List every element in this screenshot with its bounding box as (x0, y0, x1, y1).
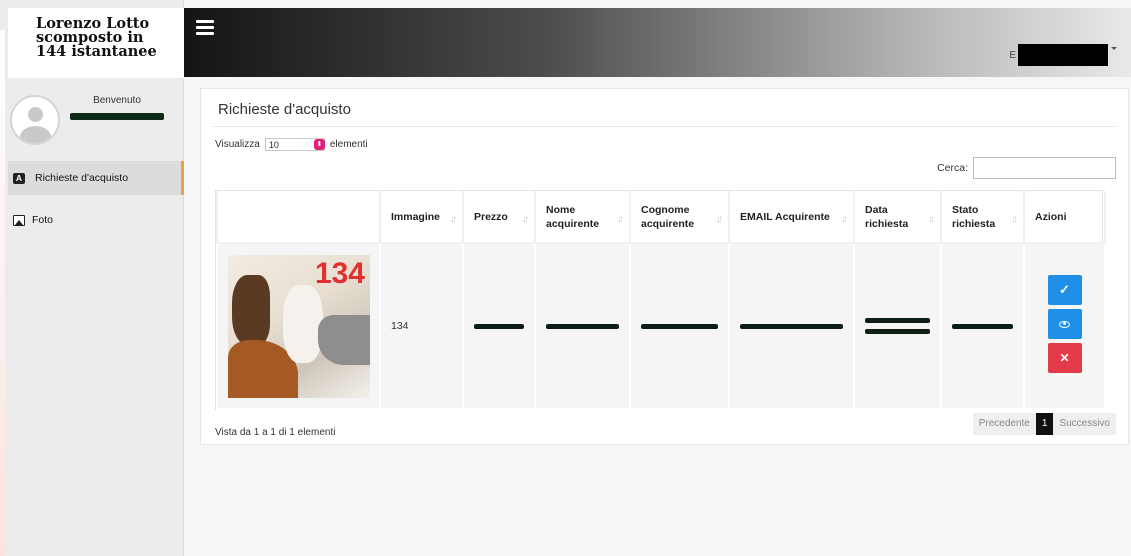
sort-icon: ↓↑ (1011, 214, 1018, 225)
page-title: Richieste d'acquisto (218, 101, 351, 118)
select-arrow-icon: ⬍ (313, 139, 325, 150)
sidebar-edge (0, 30, 5, 556)
sidebar-item-label: Richieste d'acquisto (35, 172, 129, 184)
pagination-current-page[interactable]: 1 (1035, 413, 1054, 435)
col-header-azioni: Azioni (1023, 191, 1106, 244)
table-search: Cerca: (937, 157, 1116, 179)
sidebar-item-label: Foto (32, 214, 54, 226)
pagination-prev[interactable]: Precedente (973, 413, 1036, 435)
search-label: Cerca: (937, 162, 968, 174)
redacted-value (740, 323, 843, 329)
thumbnail-number: 134 (314, 256, 365, 290)
table-info: Vista da 1 a 1 di 1 elementi (215, 427, 336, 438)
length-prefix: Visualizza (215, 139, 260, 150)
length-suffix: elementi (329, 139, 368, 150)
col-header-label: Cognome acquirente (641, 203, 695, 230)
cell-immagine: 134 (379, 242, 464, 410)
page-length-control: Visualizza 10 ⬍ elementi (215, 138, 368, 151)
col-header-cognome[interactable]: Cognome acquirente ↓↑ (629, 191, 730, 244)
brand-logo[interactable]: Lorenzo Lotto scomposto in 144 istantane… (8, 8, 184, 78)
brand-line-3: 144 istantanee (36, 43, 157, 60)
sort-icon: ↓↑ (841, 214, 848, 225)
avatar (10, 95, 60, 145)
sort-icon: ↓↑ (617, 214, 624, 225)
sidebar-item-richieste[interactable]: A Richieste d'acquisto (8, 161, 184, 195)
col-header-email[interactable]: EMAIL Acquirente ↓↑ (728, 191, 855, 244)
view-button[interactable] (1047, 309, 1082, 339)
artwork-thumbnail[interactable]: 134 (228, 254, 370, 398)
pagination-next[interactable]: Successivo (1053, 413, 1116, 435)
cell-prezzo (462, 242, 536, 410)
redacted-value (952, 323, 1013, 329)
col-header-label: Prezzo (474, 210, 508, 223)
redacted-value (865, 329, 930, 334)
user-panel: Benvenuto (8, 86, 184, 150)
col-header-data[interactable]: Data richiesta ↓↑ (853, 191, 942, 244)
cell-stato (940, 242, 1025, 410)
redacted-value (546, 323, 619, 329)
eye-icon (1059, 320, 1070, 328)
table-header-row: Immagine ↓↑ Prezzo ↓↑ Nome acquirente ↓↑ Co… (216, 191, 1106, 244)
hamburger-menu-icon[interactable] (196, 20, 214, 35)
table-row: 134 134 ✓ ✕ (216, 242, 1106, 410)
approve-button[interactable]: ✓ (1047, 275, 1082, 305)
cell-data (853, 242, 942, 410)
divider (213, 126, 1116, 127)
col-header-immagine[interactable]: Immagine ↓↑ (379, 191, 464, 244)
col-header-stato[interactable]: Stato richiesta ↓↑ (940, 191, 1025, 244)
col-header-label: Data richiesta (865, 203, 909, 230)
col-header-nome[interactable]: Nome acquirente ↓↑ (534, 191, 631, 244)
col-header-prezzo[interactable]: Prezzo ↓↑ (462, 191, 536, 244)
col-header-label: Immagine (391, 210, 441, 223)
main-panel: Richieste d'acquisto Visualizza 10 ⬍ ele… (200, 88, 1129, 445)
pagination: Precedente 1 Successivo (972, 413, 1116, 435)
sort-icon: ↓↑ (928, 214, 935, 225)
sidebar: Lorenzo Lotto scomposto in 144 istantane… (0, 0, 184, 556)
username-redacted (70, 113, 164, 120)
user-initial: E (1009, 49, 1016, 61)
sort-icon: ↓↑ (522, 214, 529, 225)
letter-a-icon: A (13, 172, 25, 184)
col-header-label: Stato richiesta (952, 203, 996, 230)
sort-icon: ↓↑ (716, 214, 723, 225)
welcome-text: Benvenuto (93, 95, 141, 106)
requests-table: Immagine ↓↑ Prezzo ↓↑ Nome acquirente ↓↑ Co… (215, 190, 1106, 410)
col-header-label: EMAIL Acquirente (740, 210, 830, 223)
photo-icon (13, 214, 25, 226)
redacted-value (641, 323, 718, 329)
cell-cognome (629, 242, 730, 410)
check-icon: ✓ (1059, 282, 1070, 297)
redacted-value (474, 323, 524, 329)
search-input[interactable] (973, 157, 1116, 179)
close-icon: ✕ (1059, 351, 1070, 365)
cell-email (728, 242, 855, 410)
col-header-label: Nome acquirente (546, 203, 600, 230)
cell-azioni: ✓ ✕ (1023, 242, 1106, 410)
top-navbar: E (184, 8, 1131, 77)
redacted-value (865, 318, 930, 323)
caret-down-icon (1111, 46, 1117, 50)
reject-button[interactable]: ✕ (1047, 343, 1082, 373)
sidebar-item-foto[interactable]: Foto (8, 203, 184, 237)
cell-nome (534, 242, 631, 410)
user-name-redacted (1018, 44, 1108, 66)
cell-thumbnail: 134 (216, 242, 381, 410)
sort-icon: ↓↑ (450, 214, 457, 225)
user-menu[interactable]: E (1009, 44, 1117, 66)
col-header-thumb (216, 191, 381, 244)
